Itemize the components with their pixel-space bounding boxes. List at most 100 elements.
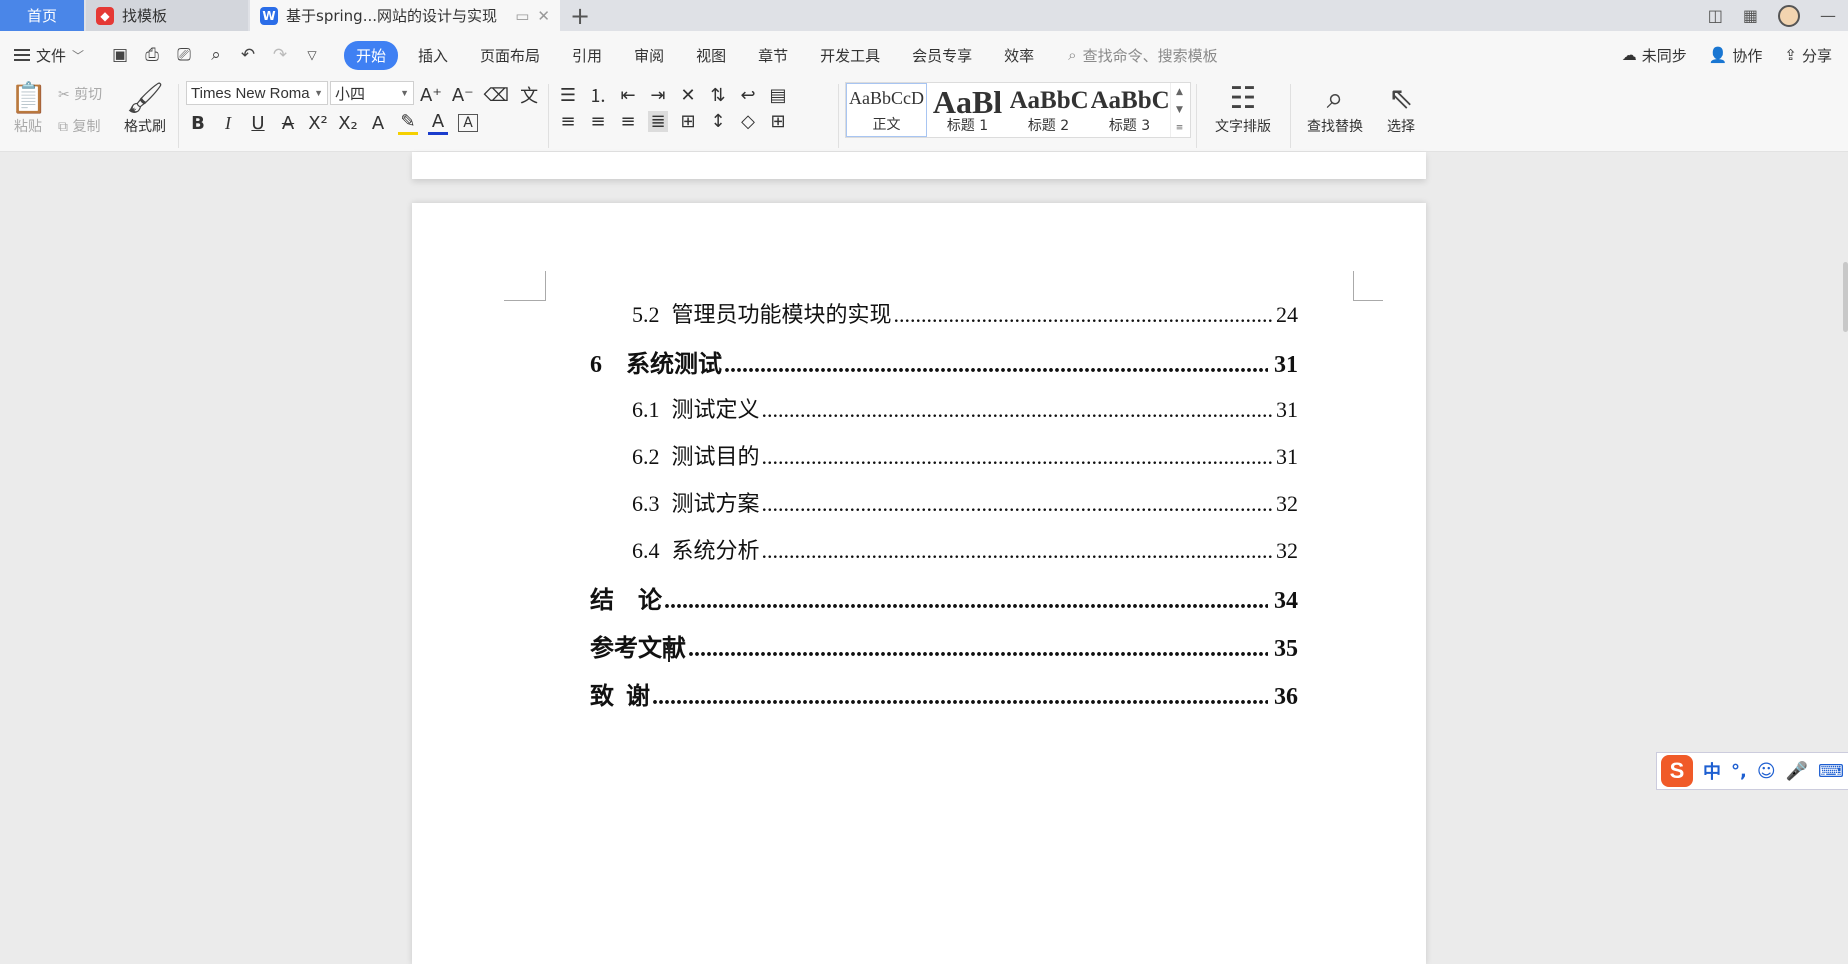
bold-icon[interactable]: B bbox=[188, 113, 208, 134]
save-icon[interactable]: ▣ bbox=[110, 45, 130, 65]
font-name-select[interactable]: Times New Roma ▼ bbox=[186, 81, 328, 105]
menu-tab-efficiency[interactable]: 效率 bbox=[988, 45, 1050, 66]
collab-button[interactable]: 👤 协作 bbox=[1709, 45, 1763, 66]
styles-scroll[interactable]: ▲ ▼ ≡ bbox=[1170, 83, 1188, 137]
italic-icon[interactable]: I bbox=[218, 113, 238, 134]
paste-button[interactable]: 📋 粘贴 bbox=[10, 82, 47, 136]
toc-entry[interactable]: 6.1 测试定义 ................................… bbox=[590, 392, 1298, 439]
minimize-icon[interactable]: — bbox=[1820, 6, 1836, 25]
tab-templates[interactable]: ◆ 找模板 bbox=[86, 0, 248, 31]
font-color-icon[interactable]: A bbox=[428, 111, 448, 135]
align-left-icon[interactable]: ≡ bbox=[558, 111, 578, 132]
toc-entry[interactable]: 6.3 测试方案 ................................… bbox=[590, 486, 1298, 533]
decrease-indent-icon[interactable]: ⇤ bbox=[618, 85, 638, 106]
line-spacing-icon[interactable]: ↕ bbox=[708, 111, 728, 132]
menu-tab-review[interactable]: 审阅 bbox=[618, 45, 680, 66]
strikethrough-icon[interactable]: A bbox=[278, 113, 298, 134]
font-size-select[interactable]: 小四 ▼ bbox=[330, 81, 414, 105]
microphone-icon[interactable]: 🎤 bbox=[1786, 761, 1808, 782]
toc-entry[interactable]: 参考文献 ...................................… bbox=[590, 628, 1298, 676]
sogou-logo-icon[interactable]: S bbox=[1661, 755, 1693, 787]
print-preview-icon[interactable]: ⌕ bbox=[206, 45, 226, 65]
keyboard-icon[interactable]: ⌨ bbox=[1818, 761, 1844, 782]
show-marks-icon[interactable]: ↩ bbox=[738, 85, 758, 106]
toc-entry[interactable]: 6.4 系统分析 ................................… bbox=[590, 533, 1298, 580]
menu-tab-references[interactable]: 引用 bbox=[556, 45, 618, 66]
menu-tab-developer[interactable]: 开发工具 bbox=[804, 45, 896, 66]
cut-button[interactable]: ✂ 剪切 bbox=[58, 84, 102, 104]
more-icon[interactable]: ≡ bbox=[1176, 123, 1184, 133]
align-center-icon[interactable]: ≡ bbox=[588, 111, 608, 132]
style-heading-3[interactable]: AaBbC 标题 3 bbox=[1089, 83, 1170, 137]
print-icon[interactable]: ⎚ bbox=[174, 45, 194, 65]
add-tab-icon[interactable]: + bbox=[560, 0, 600, 31]
grid-apps-icon[interactable]: ▦ bbox=[1743, 6, 1758, 25]
avatar[interactable] bbox=[1778, 4, 1800, 27]
clear-format-icon[interactable]: ⌫ bbox=[484, 85, 509, 106]
close-icon[interactable]: ✕ bbox=[537, 7, 550, 25]
document-page[interactable]: 5.2 管理员功能模块的实现 ..........................… bbox=[412, 203, 1426, 964]
file-menu[interactable]: 文件 ﹀ bbox=[0, 45, 100, 66]
toc-entry[interactable]: 6.2 测试目的 ................................… bbox=[590, 439, 1298, 486]
toc-entry[interactable]: 5.2 管理员功能模块的实现 ..........................… bbox=[590, 297, 1298, 344]
highlight-icon[interactable]: ✎ bbox=[398, 111, 418, 135]
style-normal[interactable]: AaBbCcD 正文 bbox=[846, 83, 927, 137]
emoji-icon[interactable]: ☺ bbox=[1757, 761, 1776, 782]
numbered-list-icon[interactable]: ⒈ bbox=[588, 82, 608, 108]
subscript-icon[interactable]: X₂ bbox=[338, 113, 358, 134]
text-effect-icon[interactable]: A bbox=[368, 113, 388, 134]
menu-tab-page-layout[interactable]: 页面布局 bbox=[464, 45, 556, 66]
phonetic-guide-icon[interactable]: 文 bbox=[519, 82, 539, 108]
layout-switch-icon[interactable]: ◫ bbox=[1708, 6, 1723, 25]
customize-icon[interactable]: ▽ bbox=[302, 48, 322, 62]
ime-language-toggle[interactable]: 中 bbox=[1703, 758, 1721, 784]
ime-punctuation-toggle[interactable]: °, bbox=[1731, 761, 1747, 782]
align-right-icon[interactable]: ≡ bbox=[618, 111, 638, 132]
increase-indent-icon[interactable]: ⇥ bbox=[648, 85, 668, 106]
menu-tab-home[interactable]: 开始 bbox=[344, 40, 399, 70]
toc-entry[interactable]: 致 谢 ....................................… bbox=[590, 676, 1298, 724]
toc-entry[interactable]: 结 论 ....................................… bbox=[590, 580, 1298, 628]
scrollbar-thumb[interactable] bbox=[1843, 262, 1848, 332]
menu-tab-member[interactable]: 会员专享 bbox=[896, 45, 988, 66]
screen-icon[interactable]: ▭ bbox=[515, 7, 529, 25]
borders-icon[interactable]: ⊞ bbox=[768, 111, 788, 132]
vertical-scrollbar[interactable] bbox=[1842, 152, 1848, 964]
tab-document[interactable]: W 基于spring...网站的设计与实现 ▭ ✕ bbox=[250, 0, 560, 31]
chevron-down-icon[interactable]: ▼ bbox=[1176, 105, 1183, 115]
chevron-up-icon[interactable]: ▲ bbox=[1176, 87, 1183, 97]
ribbon-divider bbox=[1196, 84, 1197, 148]
undo-icon[interactable]: ↶ bbox=[238, 45, 258, 65]
justify-icon[interactable]: ≣ bbox=[648, 111, 668, 132]
sort-icon[interactable]: ⇅ bbox=[708, 85, 728, 106]
text-layout-button[interactable]: ☷ 文字排版 bbox=[1204, 82, 1282, 136]
shading-icon[interactable]: ◇ bbox=[738, 111, 758, 132]
menu-tab-section[interactable]: 章节 bbox=[742, 45, 804, 66]
share-button[interactable]: ⇪ 分享 bbox=[1784, 45, 1832, 66]
menu-tab-view[interactable]: 视图 bbox=[680, 45, 742, 66]
table-grid-icon[interactable]: ▤ bbox=[768, 85, 788, 106]
bullet-list-icon[interactable]: ☰ bbox=[558, 85, 578, 106]
superscript-icon[interactable]: X² bbox=[308, 113, 328, 134]
select-button[interactable]: ⇖ 选择 bbox=[1378, 82, 1424, 136]
toc-entry-title: 管理员功能模块的实现 bbox=[671, 302, 892, 327]
redo-icon[interactable]: ↷ bbox=[270, 45, 290, 65]
tab-home[interactable]: 首页 bbox=[0, 0, 84, 31]
export-pdf-icon[interactable]: ⎙ bbox=[142, 45, 162, 65]
char-border-icon[interactable]: A bbox=[458, 114, 478, 132]
shrink-font-icon[interactable]: A⁻ bbox=[452, 85, 474, 106]
command-search[interactable]: ⌕ 查找命令、搜索模板 bbox=[1068, 45, 1217, 66]
copy-button[interactable]: ⧉ 复制 bbox=[58, 116, 100, 136]
format-painter-button[interactable]: 🖌 格式刷 bbox=[120, 82, 170, 136]
table-of-contents: 5.2 管理员功能模块的实现 ..........................… bbox=[590, 297, 1298, 724]
grow-font-icon[interactable]: A⁺ bbox=[420, 85, 442, 106]
toc-entry[interactable]: 6 系统测试 ..................................… bbox=[590, 344, 1298, 392]
style-heading-2[interactable]: AaBbC 标题 2 bbox=[1008, 83, 1089, 137]
underline-icon[interactable]: U bbox=[248, 113, 268, 134]
find-replace-button[interactable]: ⌕ 查找替换 bbox=[1298, 82, 1372, 136]
distribute-icon[interactable]: ⊞ bbox=[678, 111, 698, 132]
menu-tab-insert[interactable]: 插入 bbox=[402, 45, 464, 66]
style-heading-1[interactable]: AaBl 标题 1 bbox=[927, 83, 1008, 137]
sync-button[interactable]: ☁ 未同步 bbox=[1622, 45, 1687, 66]
chinese-layout-icon[interactable]: ✕ bbox=[678, 85, 698, 106]
